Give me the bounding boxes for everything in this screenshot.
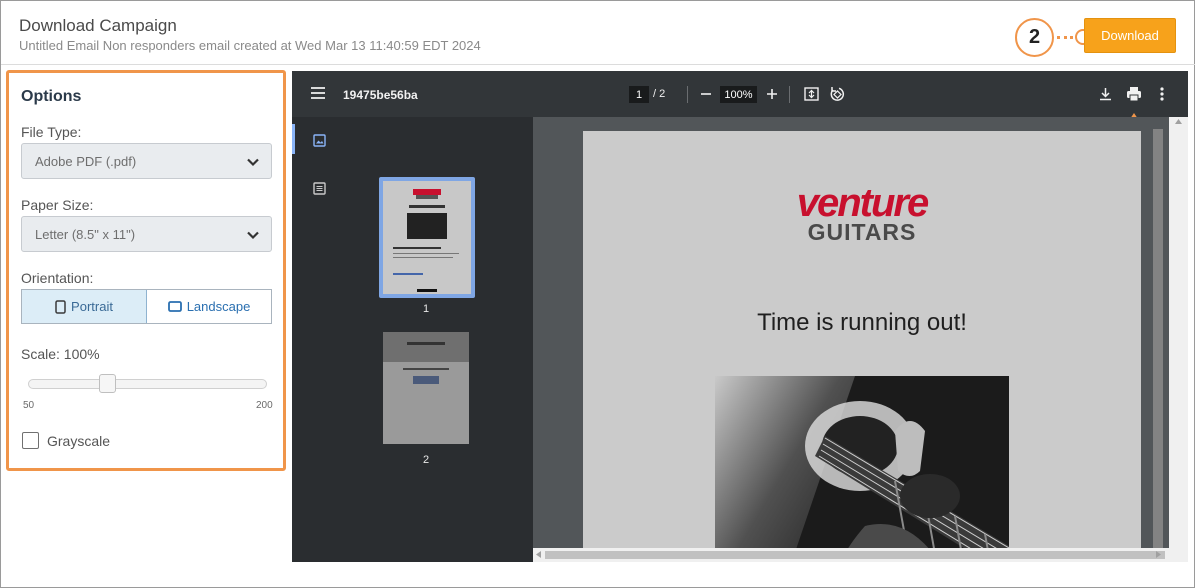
options-panel: Options File Type: Adobe PDF (.pdf) Pape… — [6, 70, 286, 471]
thumbnail-logo — [416, 195, 438, 199]
file-type-label: File Type: — [21, 124, 82, 140]
hero-photo — [715, 376, 1009, 562]
thumbnail-button — [417, 289, 437, 292]
document-area[interactable]: venture GUITARS Time is running out! — [533, 117, 1188, 562]
paper-size-label: Paper Size: — [21, 197, 94, 213]
thumbnail-heading — [409, 205, 445, 208]
scroll-left-icon[interactable] — [536, 551, 541, 558]
document-scrollbar-vertical[interactable] — [1153, 129, 1163, 549]
thumbnail-text — [403, 368, 449, 370]
toolbar-divider — [687, 86, 688, 103]
chevron-down-icon — [247, 158, 259, 167]
thumbnails-icon[interactable] — [313, 134, 326, 147]
orientation-toggle: Portrait Landscape — [21, 289, 272, 324]
thumbnail-sidebar: 1 2 — [292, 117, 533, 562]
page-thumbnail-1[interactable] — [379, 177, 475, 298]
document-page: venture GUITARS Time is running out! — [583, 131, 1141, 562]
portrait-icon — [55, 299, 66, 314]
email-heading: Time is running out! — [757, 309, 967, 336]
grayscale-label: Grayscale — [47, 433, 111, 449]
fit-page-icon[interactable] — [804, 87, 819, 101]
page-number-input[interactable]: 1 — [629, 86, 649, 103]
step-badge: 2 — [1015, 18, 1054, 57]
pdf-viewer: 19475be56ba 1 / 2 100% 1 2 venture GUITA… — [292, 71, 1188, 562]
rotate-icon[interactable] — [829, 86, 845, 102]
thumbnail-label-1: 1 — [423, 303, 430, 315]
file-type-select[interactable]: Adobe PDF (.pdf) — [21, 143, 272, 179]
file-name: 19475be56ba — [343, 88, 418, 102]
horizontal-scroll-thumb[interactable] — [545, 551, 1165, 559]
scroll-right-icon[interactable] — [1156, 551, 1161, 558]
orientation-portrait-button[interactable]: Portrait — [22, 290, 147, 323]
download-icon[interactable] — [1099, 87, 1112, 101]
page-count: / 2 — [653, 88, 666, 100]
thumbnail-text — [407, 342, 445, 345]
thumbnail-logo — [413, 376, 439, 384]
thumbnail-text — [393, 253, 459, 254]
page-frame: Download Campaign Untitled Email Non res… — [0, 0, 1195, 588]
more-options-icon[interactable] — [1160, 87, 1164, 101]
thumbnail-text — [393, 247, 441, 249]
chevron-down-icon — [247, 231, 259, 240]
scale-min-label: 50 — [23, 400, 35, 411]
print-icon[interactable] — [1126, 86, 1142, 102]
document-scrollbar-horizontal[interactable] — [533, 548, 1188, 562]
page-thumbnail-2[interactable] — [383, 332, 469, 444]
landscape-icon — [167, 301, 182, 312]
thumbnail-text — [393, 257, 453, 258]
menu-icon[interactable] — [311, 87, 325, 99]
page-subtitle: Untitled Email Non responders email crea… — [19, 38, 481, 53]
scale-label: Scale: 100% — [21, 346, 100, 362]
viewer-toolbar: 19475be56ba 1 / 2 100% — [292, 71, 1188, 117]
zoom-level-input[interactable]: 100% — [720, 86, 757, 103]
header-divider — [1, 64, 1195, 65]
guitar-photo-icon — [715, 376, 1009, 562]
paper-size-select[interactable]: Letter (8.5" x 11") — [21, 216, 272, 252]
brand-logo-bottom: GUITARS — [807, 219, 917, 245]
orientation-landscape-button[interactable]: Landscape — [147, 290, 271, 323]
zoom-in-icon[interactable] — [766, 88, 778, 100]
thumbnail-photo — [407, 213, 447, 239]
scroll-up-icon[interactable] — [1175, 119, 1182, 124]
paper-size-value: Letter (8.5" x 11") — [35, 226, 136, 242]
grayscale-checkbox[interactable] — [22, 432, 39, 449]
zoom-out-icon[interactable] — [700, 88, 712, 100]
orientation-label: Orientation: — [21, 270, 94, 286]
outer-scrollbar[interactable] — [1169, 117, 1188, 562]
file-type-value: Adobe PDF (.pdf) — [35, 153, 137, 169]
thumbnail-label-2: 2 — [423, 454, 430, 466]
brand-logo-top: venture — [796, 181, 930, 225]
options-title: Options — [21, 88, 82, 105]
page-title: Download Campaign — [19, 16, 177, 35]
orientation-portrait-label: Portrait — [71, 299, 113, 314]
active-tab-indicator — [292, 124, 295, 154]
thumbnail-footer-band — [383, 332, 469, 362]
outline-icon[interactable] — [313, 182, 326, 195]
scale-slider-handle[interactable] — [99, 374, 116, 393]
download-button[interactable]: Download — [1084, 18, 1176, 53]
orientation-landscape-label: Landscape — [186, 299, 251, 314]
toolbar-divider — [789, 86, 790, 103]
document-scroll-gutter — [1145, 117, 1169, 562]
thumbnail-link — [393, 273, 423, 275]
scale-max-label: 200 — [256, 400, 273, 411]
scale-slider-track[interactable] — [28, 379, 267, 389]
